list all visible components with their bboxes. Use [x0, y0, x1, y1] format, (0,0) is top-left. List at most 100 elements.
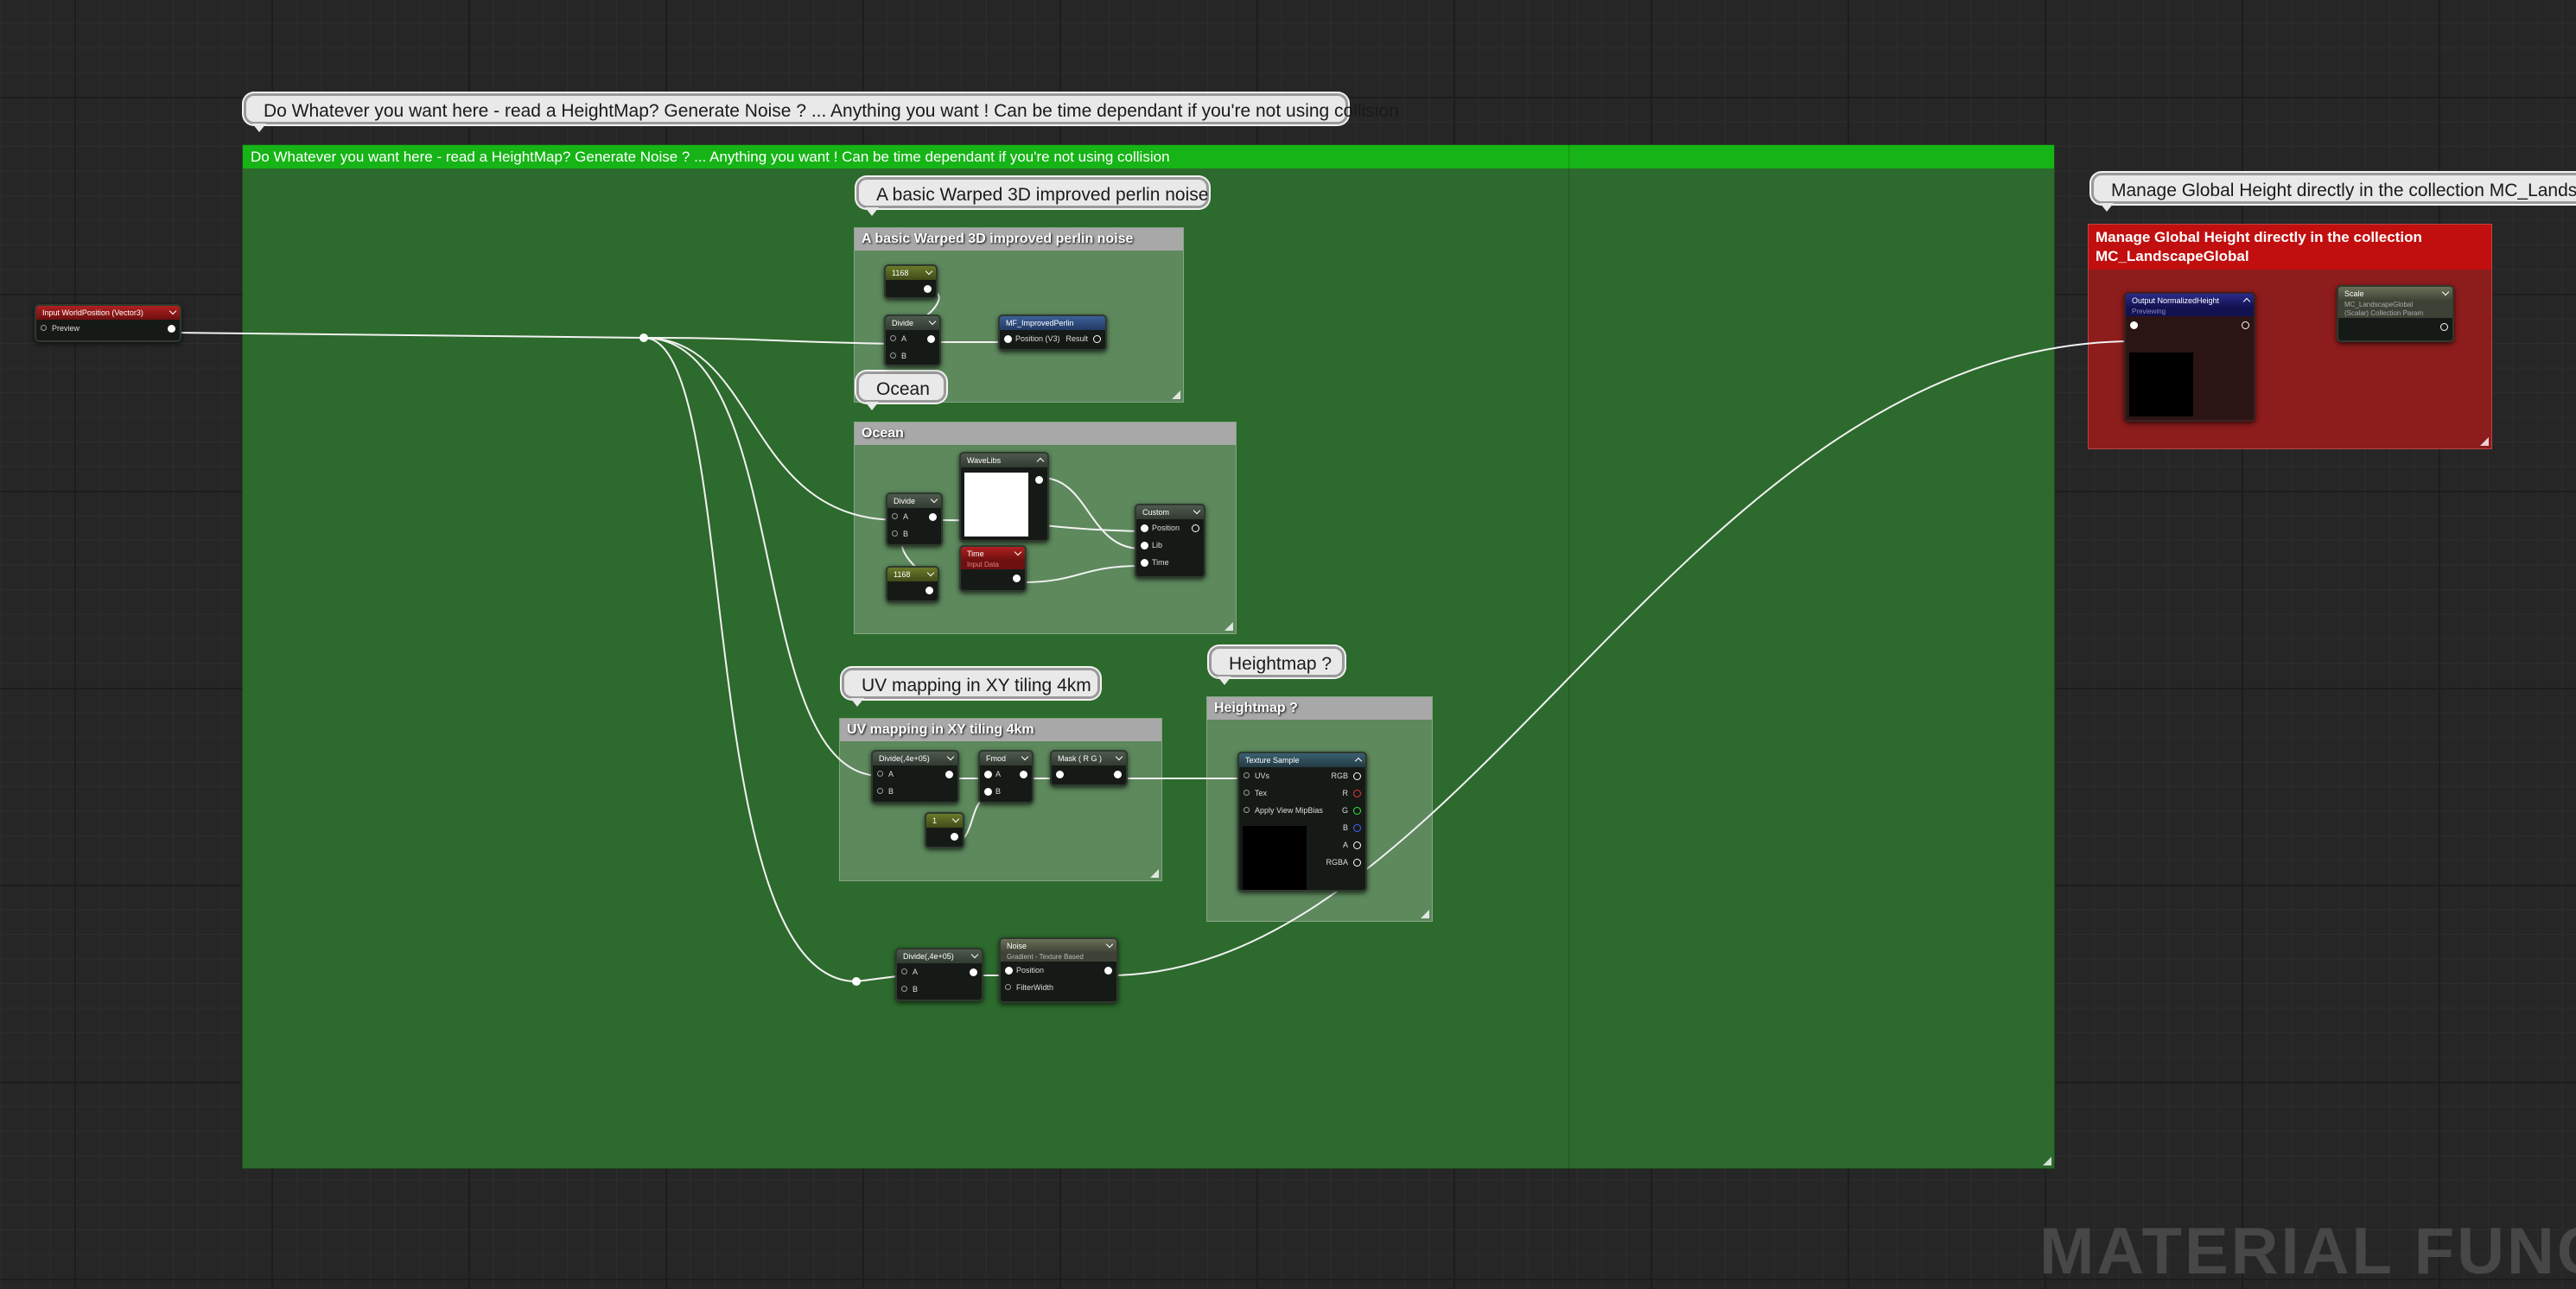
pin-out-icon[interactable] [1020, 771, 1027, 778]
noise-divide-pin-b: B [897, 981, 982, 998]
pin-in-icon[interactable] [877, 788, 883, 794]
uv-constant-node[interactable]: 1 [925, 812, 964, 848]
noise-title[interactable]: Noise [1001, 939, 1116, 953]
pin-out-icon[interactable] [970, 968, 977, 976]
improved-perlin-pins: Position (V3) Result [1000, 330, 1105, 347]
perlin-constant-node[interactable]: 1168 [884, 264, 938, 299]
pin-out-icon[interactable] [1353, 772, 1361, 780]
pin-out-icon[interactable] [929, 513, 937, 521]
reroute-node-top [639, 333, 648, 342]
pin-out-icon[interactable] [925, 587, 933, 594]
ocean-constant-node[interactable]: 1168 [886, 566, 939, 602]
wave-libs-title[interactable]: WaveLibs [961, 454, 1047, 467]
ocean-divide-pin-b: B [887, 525, 941, 543]
pin-in-icon[interactable] [984, 771, 992, 778]
pin-in-icon[interactable] [901, 986, 907, 992]
noise-divide-node[interactable]: Divide(,4e+05) A B [895, 948, 983, 1001]
pin-out-icon[interactable] [1353, 859, 1361, 867]
pin-out-icon[interactable] [951, 833, 958, 841]
pin-in-icon[interactable] [890, 335, 896, 341]
input-world-position-title[interactable]: Input WorldPosition (Vector3) [36, 306, 180, 320]
custom-title[interactable]: Custom [1136, 505, 1204, 519]
pin-in-icon[interactable] [890, 352, 896, 359]
wire-reroute-to-noise-reroute [643, 337, 857, 982]
pin-in-icon[interactable] [41, 325, 47, 331]
input-preview-pin-row: Preview [36, 320, 180, 337]
scale-subtitle: MC_LandscapeGlobal [2338, 301, 2452, 309]
texture-sample-row-mip: Apply View MipBias G [1239, 802, 1365, 819]
pin-in-icon[interactable] [1005, 967, 1013, 975]
uv-divide-pin-b: B [873, 783, 957, 800]
time-node[interactable]: Time Input Data [959, 545, 1027, 592]
wave-libs-node[interactable]: WaveLibs [959, 452, 1049, 542]
pin-in-icon[interactable] [1056, 771, 1064, 778]
pin-out-icon[interactable] [1013, 575, 1021, 582]
perlin-divide-node[interactable]: Divide A B [884, 314, 941, 366]
input-world-position-node[interactable]: Input WorldPosition (Vector3) Preview [35, 304, 181, 342]
texture-sample-node[interactable]: Texture Sample UVs RGB Tex R Apply View Mi… [1237, 752, 1367, 892]
pin-out-icon[interactable] [945, 771, 953, 778]
improved-perlin-node[interactable]: MF_ImprovedPerlin Position (V3) Result [998, 314, 1107, 351]
pin-out-icon[interactable] [1353, 790, 1361, 797]
pin-in-icon[interactable] [877, 771, 883, 777]
uv-divide-title[interactable]: Divide(,4e+05) [873, 752, 957, 765]
pin-in-icon[interactable] [1243, 807, 1250, 813]
pin-out-icon[interactable] [1104, 967, 1112, 975]
noise-node[interactable]: Noise Gradient - Texture Based Position … [999, 937, 1118, 1003]
pin-in-icon[interactable] [984, 788, 992, 796]
scale-output [2338, 318, 2452, 335]
noise-pin-filter: FilterWidth [1001, 979, 1116, 996]
uv-fmod-node[interactable]: Fmod A B [978, 750, 1034, 803]
wire-reroute-to-ocean [643, 337, 900, 521]
noise-pin-position: Position [1001, 962, 1116, 979]
uv-fmod-pin-a: A [980, 765, 1032, 783]
texture-sample-title[interactable]: Texture Sample [1239, 753, 1365, 767]
pin-in-icon[interactable] [1243, 790, 1250, 796]
texture-sample-row-tex: Tex R [1239, 784, 1365, 802]
pin-out-icon[interactable] [2242, 321, 2249, 329]
pin-out-icon[interactable] [927, 335, 935, 343]
pin-in-icon[interactable] [892, 513, 898, 519]
output-normalized-height-node[interactable]: Output NormalizedHeight Previewing [2124, 292, 2255, 422]
pin-in-icon[interactable] [892, 530, 898, 537]
wire-reroute-to-perlin [643, 337, 900, 345]
pin-in-icon[interactable] [1141, 559, 1148, 567]
ocean-divide-node[interactable]: Divide A B [886, 492, 943, 546]
pin-out-icon[interactable] [1114, 771, 1122, 778]
uv-divide-pin-a: A [873, 765, 957, 783]
noise-divide-pin-a: A [897, 963, 982, 981]
pin-out-icon[interactable] [1093, 335, 1101, 343]
pin-in-icon[interactable] [1004, 335, 1012, 343]
scale-title[interactable]: Scale [2338, 287, 2452, 301]
pin-in-icon[interactable] [901, 968, 907, 975]
pin-out-icon[interactable] [1353, 824, 1361, 832]
pin-out-icon[interactable] [168, 325, 175, 333]
time-subtitle: Input Data [961, 561, 1025, 569]
uv-constant-output [926, 828, 963, 845]
output-normalized-height-title[interactable]: Output NormalizedHeight [2126, 294, 2254, 308]
uv-mask-node[interactable]: Mask ( R G ) [1050, 750, 1128, 786]
pin-out-icon[interactable] [1192, 524, 1199, 532]
pin-out-icon[interactable] [1353, 841, 1361, 849]
output-normalized-height-preview [2129, 352, 2193, 416]
perlin-constant-output [886, 280, 936, 297]
pin-in-icon[interactable] [1243, 772, 1250, 778]
pin-in-icon[interactable] [2130, 321, 2138, 329]
uv-divide-node[interactable]: Divide(,4e+05) A B [871, 750, 959, 803]
pin-in-icon[interactable] [1005, 984, 1011, 990]
improved-perlin-title[interactable]: MF_ImprovedPerlin [1000, 316, 1105, 330]
pin-out-icon[interactable] [924, 285, 932, 293]
pin-out-icon[interactable] [1353, 807, 1361, 815]
noise-divide-title[interactable]: Divide(,4e+05) [897, 949, 982, 963]
scale-node[interactable]: Scale MC_LandscapeGlobal (Scalar) Collec… [2337, 285, 2454, 342]
custom-pin-position: Position [1136, 519, 1204, 537]
pin-out-icon[interactable] [1035, 476, 1043, 484]
custom-node[interactable]: Custom Position Lib Time [1135, 504, 1205, 578]
output-normalized-height-subtitle: Previewing [2126, 308, 2254, 316]
pin-in-icon[interactable] [1141, 524, 1148, 532]
pin-out-icon[interactable] [2440, 323, 2448, 331]
uv-mask-title[interactable]: Mask ( R G ) [1052, 752, 1126, 765]
custom-pin-lib: Lib [1136, 537, 1204, 554]
pin-in-icon[interactable] [1141, 542, 1148, 549]
ocean-constant-output [887, 581, 938, 599]
